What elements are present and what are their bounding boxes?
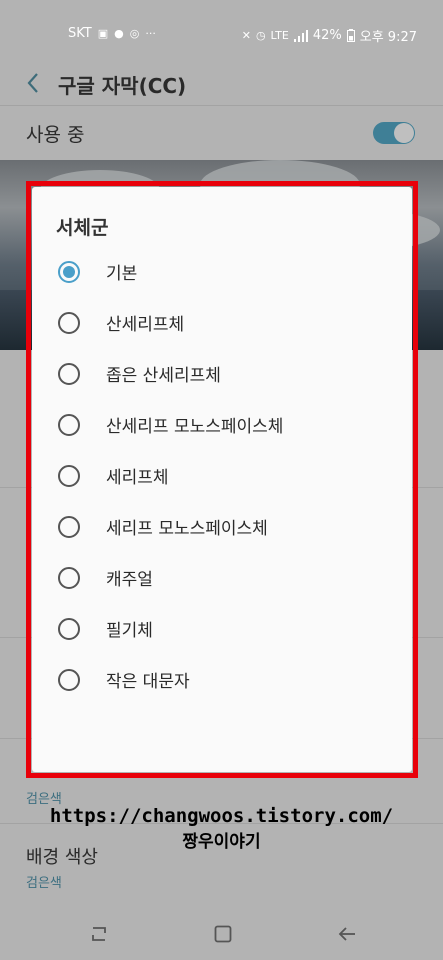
option-label: 좁은 산세리프체: [106, 366, 221, 386]
toggle-knob: [394, 123, 414, 143]
watermark-name: 짱우이야기: [182, 832, 261, 852]
signal-icon: [293, 29, 308, 42]
clock: 오후 9:27: [359, 30, 417, 45]
radio-button[interactable]: [58, 515, 80, 538]
font-option-serif-monospace[interactable]: 세리프 모노스페이스체: [32, 501, 412, 552]
mute-icon: ✕: [241, 29, 251, 42]
option-label: 필기체: [106, 621, 153, 641]
gallery-notification-icon: ▣: [97, 27, 109, 40]
option-label: 세리프 모노스페이스체: [106, 519, 268, 539]
radio-button[interactable]: [58, 362, 80, 385]
font-option-small-caps[interactable]: 작은 대문자: [32, 654, 412, 705]
caption-toggle-row[interactable]: 사용 중: [0, 106, 443, 160]
nav-back-button[interactable]: [332, 920, 362, 948]
font-option-sans-serif[interactable]: 산세리프체: [32, 297, 412, 348]
app-bar: 구글 자막(CC): [0, 64, 443, 104]
status-bar-left: SKT ▣ ● ◎ ···: [68, 26, 156, 41]
dialog-title: 서체군: [56, 217, 109, 239]
recent-apps-icon: [92, 927, 106, 941]
watermark-url: https://changwoos.tistory.com/: [49, 805, 394, 827]
more-notifications-icon: ···: [145, 27, 156, 40]
status-bar-right: ✕ ◷ LTE 42% 오후 9:27: [242, 26, 417, 45]
option-label: 세리프체: [106, 468, 169, 488]
font-option-serif[interactable]: 세리프체: [32, 450, 412, 501]
font-option-cursive[interactable]: 필기체: [32, 603, 412, 654]
font-option-sans-serif-monospace[interactable]: 산세리프 모노스페이스체: [32, 399, 412, 450]
radio-button[interactable]: [58, 464, 80, 487]
back-arrow-icon: [338, 927, 355, 941]
app-notification-icon: ◎: [129, 27, 140, 40]
battery-icon: [346, 29, 355, 42]
radio-button[interactable]: [58, 413, 80, 436]
option-label: 산세리프체: [106, 315, 185, 335]
battery-percent: 42%: [312, 28, 342, 43]
option-label: 산세리프 모노스페이스체: [106, 417, 284, 437]
font-option-narrow-sans-serif[interactable]: 좁은 산세리프체: [32, 348, 412, 399]
radio-button[interactable]: [58, 566, 80, 589]
message-notification-icon: ●: [114, 27, 124, 40]
alarm-icon: ◷: [255, 29, 266, 42]
home-button[interactable]: [208, 920, 238, 948]
font-family-dialog: 서체군 기본 산세리프체 좁은 산세리프체 산세리프 모노스페이스체 세리프체 …: [32, 187, 412, 772]
font-option-casual[interactable]: 캐주얼: [32, 552, 412, 603]
toggle-label: 사용 중: [26, 124, 85, 146]
network-type-label: LTE: [270, 29, 289, 42]
status-bar: SKT ▣ ● ◎ ··· ✕ ◷ LTE 42% 오후 9:27: [0, 0, 443, 64]
recent-apps-button[interactable]: [84, 920, 114, 948]
option-label: 캐주얼: [106, 570, 153, 590]
home-icon: [214, 925, 232, 943]
font-option-default[interactable]: 기본: [32, 246, 412, 297]
radio-button-selected[interactable]: [58, 260, 80, 283]
carrier-label: SKT: [68, 26, 92, 41]
option-label: 작은 대문자: [106, 672, 190, 692]
back-button[interactable]: [18, 68, 48, 98]
page-title: 구글 자막(CC): [58, 74, 187, 98]
option-label: 기본: [106, 264, 138, 284]
navigation-bar: [0, 908, 443, 960]
caption-toggle-switch[interactable]: [373, 122, 415, 144]
radio-button[interactable]: [58, 617, 80, 640]
chevron-left-icon: [27, 73, 38, 93]
radio-button[interactable]: [58, 311, 80, 334]
radio-button[interactable]: [58, 668, 80, 691]
